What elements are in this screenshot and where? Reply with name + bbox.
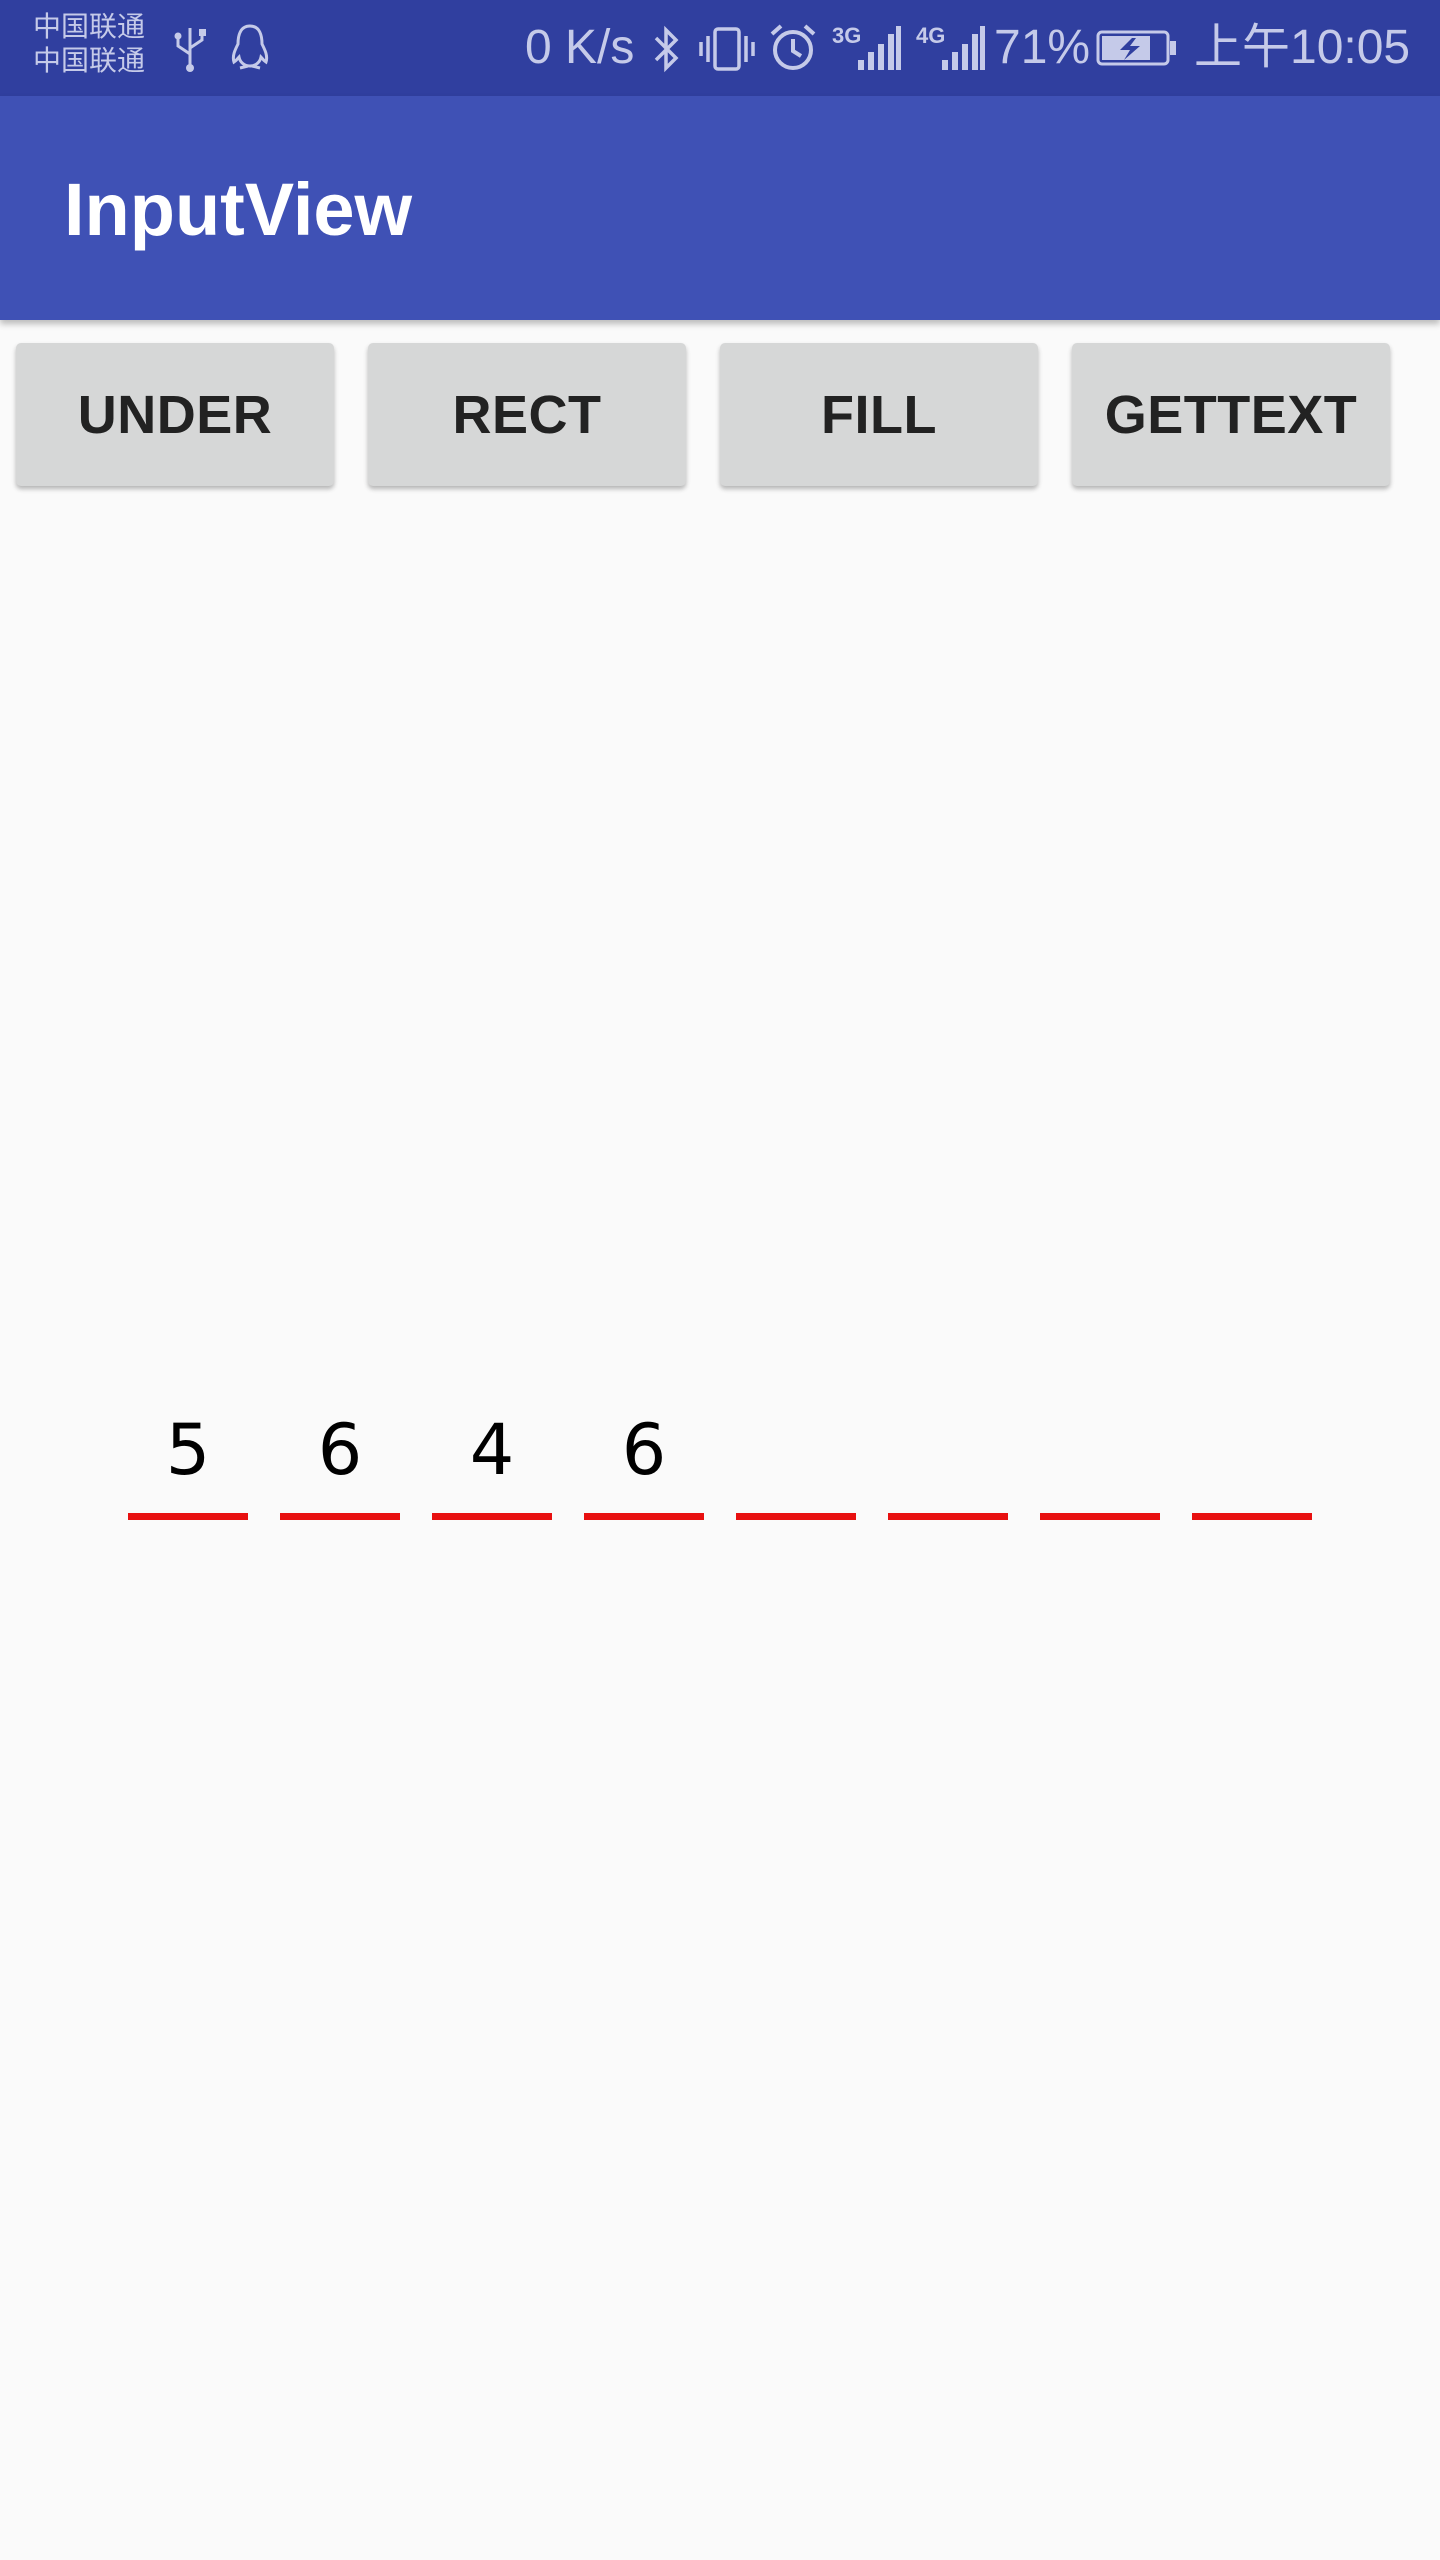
under-button[interactable]: UNDER [16,343,334,486]
signal-3g-icon [858,26,901,70]
code-underline [128,1513,248,1520]
gettext-button[interactable]: GETTEXT [1072,343,1390,486]
code-underline [584,1513,704,1520]
code-cell-7[interactable] [1040,1390,1160,1520]
code-cell-3[interactable]: 4 [432,1390,552,1520]
carrier-labels: 中国联通 中国联通 [33,10,145,78]
fill-button[interactable]: FILL [720,343,1038,486]
signal-4g-icon [942,26,985,70]
code-digit: 4 [469,1409,515,1491]
app-title: InputView [64,168,413,251]
battery-charging-icon [1096,30,1176,66]
clock: 上午10:05 [1194,21,1411,74]
carrier-2: 中国联通 [33,45,146,76]
alarm-icon [770,24,816,70]
carrier-1: 中国联通 [33,11,146,42]
code-digit: 5 [165,1409,211,1491]
app-bar: InputView [0,96,1440,320]
battery-percent: 71% [994,21,1091,74]
code-underline [280,1513,400,1520]
code-underline [736,1513,856,1520]
code-underline [888,1513,1008,1520]
qq-icon [231,24,269,70]
code-cell-8[interactable] [1192,1390,1312,1520]
status-bar: 中国联通 中国联通 0 K/s 3G 4G 71% 上午10:05 [0,0,1440,96]
usb-icon [174,28,206,72]
code-cell-1[interactable]: 5 [128,1390,248,1520]
code-cell-5[interactable] [736,1390,856,1520]
code-digit: 6 [317,1409,363,1491]
rect-button[interactable]: RECT [368,343,686,486]
code-underline [432,1513,552,1520]
code-underline [1192,1513,1312,1520]
code-cell-2[interactable]: 6 [280,1390,400,1520]
bluetooth-icon [654,25,679,73]
code-digit: 6 [621,1409,667,1491]
vibrate-icon [699,27,755,71]
code-cell-6[interactable] [888,1390,1008,1520]
code-underline [1040,1513,1160,1520]
net-speed: 0 K/s [525,21,635,74]
code-cell-4[interactable]: 6 [584,1390,704,1520]
